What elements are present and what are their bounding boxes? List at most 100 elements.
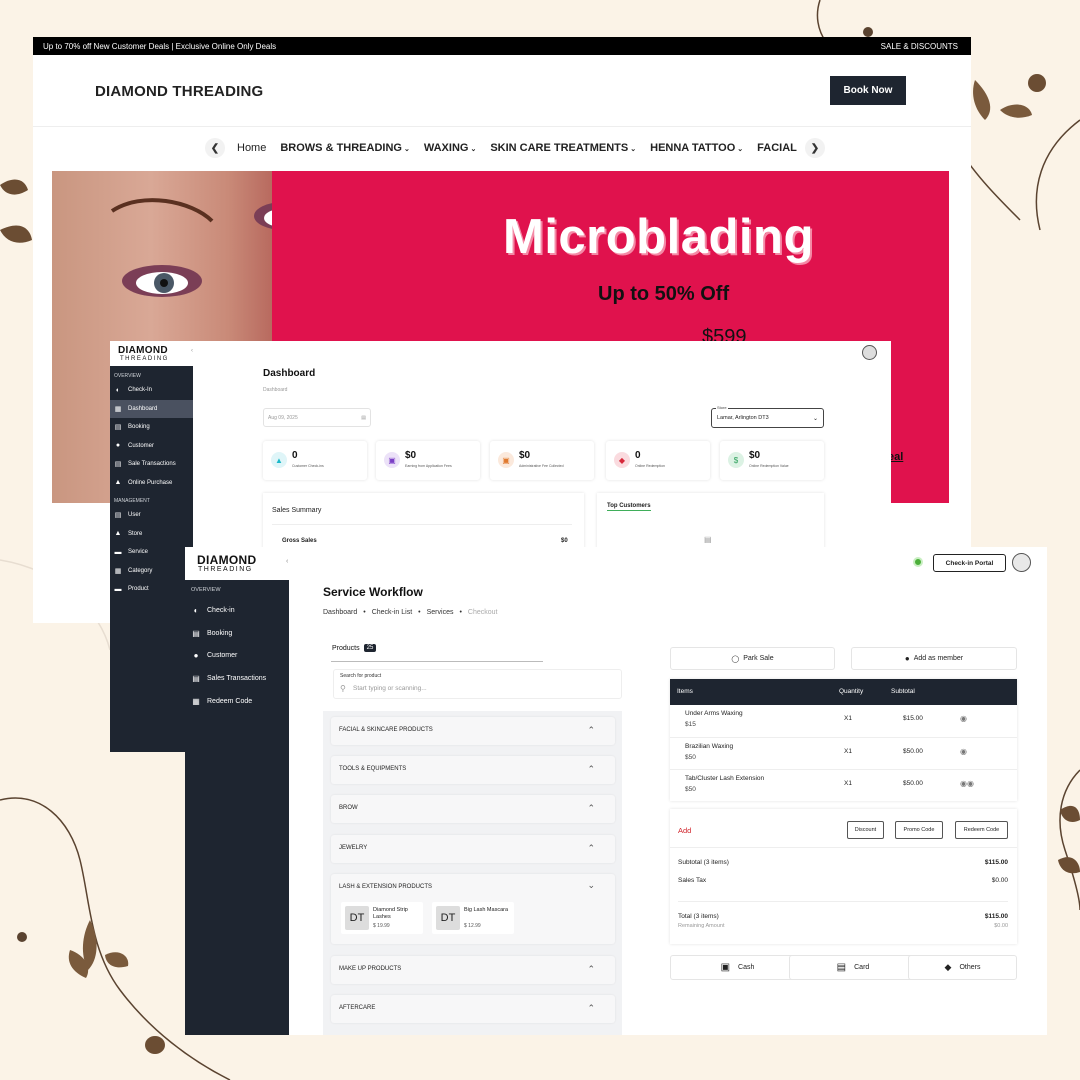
chevron-up-icon: ⌃ — [587, 803, 595, 813]
stat-card-admin-fee: ▣ $0 Administrative Fee Collected — [490, 441, 594, 480]
section-overview: OVERVIEW — [114, 373, 141, 379]
chevron-down-icon: ⌄ — [470, 146, 477, 153]
avatar[interactable] — [1012, 553, 1031, 572]
redeem-code-button[interactable]: Redeem Code — [955, 821, 1008, 839]
category-label: LASH & EXTENSION PRODUCTS — [339, 884, 433, 890]
product-search[interactable]: Search for product ⚲ Start typing or sca… — [333, 669, 622, 699]
nav-next-icon[interactable]: ❯ — [804, 138, 825, 158]
nav-item-facial[interactable]: FACIAL — [757, 142, 797, 154]
table-row[interactable]: Brazilian Waxing $50 X1 $50.00 ◉ — [670, 737, 1017, 769]
cart-icon: ▲ — [114, 479, 122, 487]
park-sale-button[interactable]: ◯ Park Sale — [670, 647, 835, 670]
category-lash-extension[interactable]: LASH & EXTENSION PRODUCTS ⌄ DT Diamond St… — [331, 874, 615, 944]
promo-code-button[interactable]: Promo Code — [895, 821, 943, 839]
book-now-button[interactable]: Book Now — [830, 76, 906, 105]
nav-item-waxing[interactable]: WAXING ⌄ — [424, 142, 477, 154]
add-as-member-button[interactable]: ● Add as member — [851, 647, 1017, 670]
logo-main-text: DIAMOND — [118, 345, 168, 356]
service-workflow-window: DIAMOND THREADING ‹ OVERVIEW ◐ Check-in ▤… — [185, 547, 1047, 1035]
store-select[interactable]: Lamar, Arlington DT3 ⌄ — [711, 408, 824, 428]
category-label: JEWELRY — [339, 845, 368, 851]
pay-cash-button[interactable]: ▣ Cash — [670, 955, 805, 980]
staff-icon[interactable]: ◉ — [960, 747, 967, 756]
total-value: $115.00 — [984, 913, 1008, 920]
sale-discounts-link[interactable]: SALE & DISCOUNTS — [881, 42, 958, 51]
item-subtotal: $15.00 — [903, 715, 923, 722]
subtotal-label: Subtotal (3 items) — [678, 859, 729, 866]
staff-group-icon[interactable]: ◉◉ — [960, 779, 974, 788]
sidebar-item-product[interactable]: ▬ Product — [110, 580, 193, 599]
chevron-down-icon: ⌄ — [403, 146, 410, 153]
item-quantity: X1 — [844, 748, 852, 755]
breadcrumb-dashboard[interactable]: Dashboard — [323, 609, 357, 616]
sidebar-item-checkin[interactable]: ◐ Check-In — [110, 381, 193, 400]
breadcrumb-services[interactable]: Services — [427, 609, 454, 616]
category-makeup[interactable]: MAKE UP PRODUCTS ⌃ — [331, 956, 615, 984]
gross-sales-value: $0 — [561, 538, 568, 544]
category-label: BROW — [339, 805, 358, 811]
empty-state-icon: ▤ — [704, 535, 712, 544]
category-jewelry[interactable]: JEWELRY ⌃ — [331, 835, 615, 863]
sidebar-item-sales-transactions[interactable]: ▤ Sales Transactions — [185, 667, 289, 690]
top-customers-tab[interactable]: Top Customers — [607, 503, 651, 511]
sidebar-item-redeem-code[interactable]: ▦ Redeem Code — [185, 690, 289, 713]
category-tools[interactable]: TOOLS & EQUIPMENTS ⌃ — [331, 756, 615, 784]
date-picker[interactable]: Aug 09, 2025 ▤ — [263, 408, 371, 427]
nav-item-henna[interactable]: HENNA TATTOO ⌄ — [650, 142, 743, 154]
category-facial-skincare[interactable]: FACIAL & SKINCARE PRODUCTS ⌃ — [331, 717, 615, 745]
totals-card: Add Discount Promo Code Redeem Code Subt… — [670, 809, 1017, 944]
site-logo[interactable]: DIAMOND THREADING — [95, 83, 263, 100]
sidebar-item-booking[interactable]: ▤ Booking — [110, 418, 193, 437]
item-name: Tab/Cluster Lash Extension — [685, 775, 765, 782]
sidebar-item-customer[interactable]: ● Customer — [110, 437, 193, 456]
checkin-icon: ◐ — [115, 386, 121, 394]
sidebar-item-booking[interactable]: ▤ Booking — [185, 622, 289, 645]
discount-button[interactable]: Discount — [847, 821, 884, 839]
product-card-big-lash-mascara[interactable]: DT Big Lash Mascara $ 12.99 — [432, 902, 514, 934]
sidebar-item-service[interactable]: ▬ Service — [110, 543, 193, 562]
breadcrumb[interactable]: Dashboard — [263, 387, 287, 393]
sidebar-item-online-purchase[interactable]: ▲ Online Purchase — [110, 474, 193, 493]
pay-others-button[interactable]: ◆ Others — [908, 955, 1017, 980]
product-card-diamond-strip-lashes[interactable]: DT Diamond Strip Lashes $ 19.99 — [341, 902, 423, 934]
category-aftercare[interactable]: AFTERCARE ⌃ — [331, 995, 615, 1023]
sidebar-item-customer[interactable]: ● Customer — [185, 644, 289, 667]
search-input[interactable]: Start typing or scanning... — [353, 685, 427, 692]
table-row[interactable]: Tab/Cluster Lash Extension $50 X1 $50.00… — [670, 769, 1017, 801]
logo-sub-text: THREADING — [198, 566, 253, 573]
sidebar-item-sale-transactions[interactable]: ▤ Sale Transactions — [110, 455, 193, 474]
sidebar-item-label: Check-In — [128, 387, 153, 394]
sidebar-item-store[interactable]: ▲ Store — [110, 525, 193, 544]
dashboard-logo[interactable]: DIAMOND THREADING — [118, 345, 169, 363]
nav-item-brows[interactable]: BROWS & THREADING ⌄ — [280, 142, 409, 154]
workflow-logo[interactable]: DIAMOND THREADING — [197, 554, 256, 573]
item-quantity: X1 — [844, 715, 852, 722]
pay-card-button[interactable]: ▤ Card — [789, 955, 917, 980]
collapse-sidebar-icon[interactable]: ‹ — [286, 558, 288, 565]
sidebar-item-label: Redeem Code — [207, 697, 253, 705]
nav-prev-icon[interactable]: ❮ — [205, 138, 225, 158]
checkin-portal-button[interactable]: Check-in Portal — [933, 554, 1006, 572]
breadcrumb: Dashboard • Check-in List • Services • Chec… — [323, 609, 498, 616]
tab-products[interactable]: Products 25 — [332, 644, 377, 652]
table-row[interactable]: Under Arms Waxing $15 X1 $15.00 ◉ — [670, 705, 1017, 737]
breadcrumb-checkin-list[interactable]: Check-in List — [372, 609, 412, 616]
remaining-label: Remaining Amount — [678, 923, 725, 929]
sidebar-item-label: Booking — [128, 424, 150, 431]
sidebar-item-dashboard[interactable]: ▦ Dashboard — [110, 399, 193, 418]
sidebar-item-user[interactable]: ▤ User — [110, 506, 193, 525]
sidebar-item-checkin[interactable]: ◐ Check-in — [185, 599, 289, 622]
product-badge: DT — [436, 906, 460, 930]
staff-icon[interactable]: ◉ — [960, 714, 967, 723]
stat-value: 0 — [292, 450, 298, 461]
stat-value: $0 — [405, 450, 417, 461]
category-brow[interactable]: BROW ⌃ — [331, 795, 615, 823]
collapse-sidebar-icon[interactable]: ‹ — [191, 348, 193, 354]
tag-icon: ◆ — [944, 962, 952, 972]
nav-item-skincare[interactable]: SKIN CARE TREATMENTS ⌄ — [490, 142, 636, 154]
avatar[interactable] — [862, 345, 877, 360]
nav-item-home[interactable]: Home — [237, 142, 266, 154]
product-badge: DT — [345, 906, 369, 930]
sidebar-item-category[interactable]: ▦ Category — [110, 562, 193, 581]
item-price: $50 — [685, 754, 696, 761]
